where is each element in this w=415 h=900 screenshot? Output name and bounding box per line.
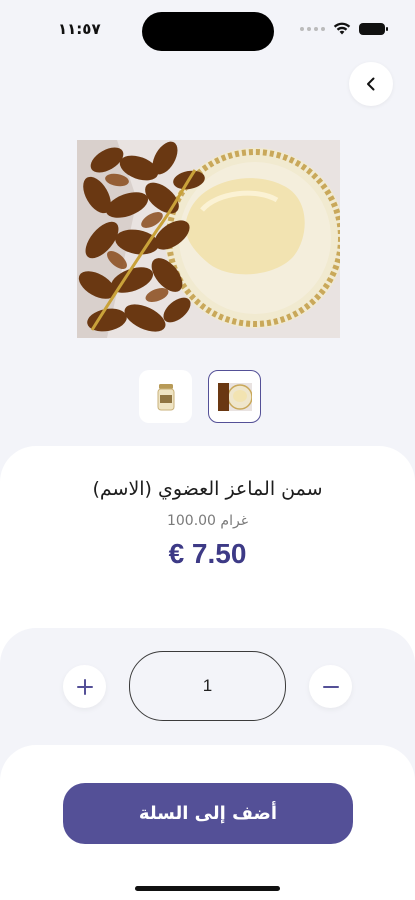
battery-icon	[359, 22, 388, 35]
product-title: سمن الماعز العضوي (الاسم)	[92, 478, 323, 500]
chevron-left-icon	[367, 77, 375, 91]
thumbnail-strip	[139, 370, 261, 423]
product-price: € 7.50	[168, 538, 247, 569]
plus-icon	[76, 678, 93, 695]
quantity-field[interactable]: 1	[129, 651, 286, 721]
decrement-button[interactable]	[309, 665, 352, 708]
dates-ghee-thumb-icon	[217, 382, 252, 411]
home-indicator	[135, 886, 280, 891]
back-button[interactable]	[349, 62, 393, 106]
dates-and-ghee-photo	[77, 140, 340, 338]
product-main-image	[77, 140, 340, 338]
thumbnail-jar[interactable]	[139, 370, 192, 423]
minus-icon	[322, 685, 339, 688]
jar-icon	[157, 383, 174, 410]
product-weight: 100.00 غرام	[166, 513, 249, 529]
status-bar: ١١:٥٧	[0, 0, 415, 60]
dynamic-island	[142, 12, 274, 51]
signal-dots-icon	[300, 26, 325, 31]
status-time: ١١:٥٧	[58, 20, 101, 38]
wifi-icon	[333, 22, 351, 35]
status-icons	[300, 22, 388, 35]
increment-button[interactable]	[63, 665, 106, 708]
add-to-cart-button[interactable]: أضف إلى السلة	[63, 783, 353, 844]
thumbnail-dates-ghee[interactable]	[208, 370, 261, 423]
